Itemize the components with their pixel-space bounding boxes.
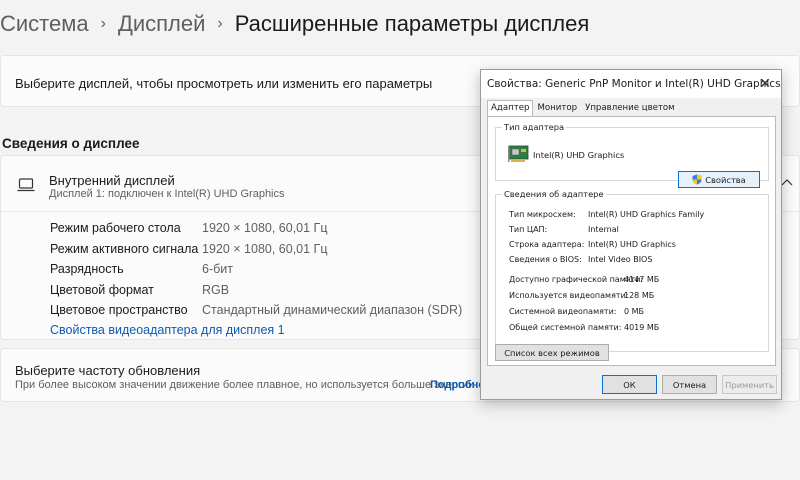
info-value: Intel(R) UHD Graphics Family	[588, 210, 705, 219]
property-key: Цветовое пространство	[50, 303, 188, 318]
adapter-properties-link[interactable]: Свойства видеоадаптера для дисплея 1	[50, 323, 285, 337]
adapter-properties-dialog: Свойства: Generic PnP Monitor и Intel(R)…	[480, 69, 782, 400]
info-value: Internal	[588, 225, 619, 234]
adapter-type-legend: Тип адаптера	[502, 122, 567, 132]
adapter-tab-page: Тип адаптера Intel(R) UHD Graphics Свойс…	[487, 116, 776, 366]
adapter-info-legend: Сведения об адаптере	[502, 189, 606, 199]
chevron-right-icon: ›	[100, 15, 106, 32]
memory-key: Общей системной памяти:	[509, 323, 622, 332]
property-key: Режим рабочего стола	[50, 221, 181, 235]
shield-icon	[692, 174, 702, 185]
memory-value: 128 МБ	[624, 291, 655, 300]
cancel-button[interactable]: Отмена	[662, 375, 717, 394]
display-name: Внутренний дисплей	[49, 173, 175, 188]
chevron-up-icon[interactable]	[781, 178, 793, 186]
laptop-icon	[17, 178, 35, 192]
info-key: Строка адаптера:	[509, 240, 585, 249]
select-display-label: Выберите дисплей, чтобы просмотреть или …	[15, 76, 433, 91]
property-key: Разрядность	[50, 262, 124, 277]
info-key: Сведения о BIOS:	[509, 255, 582, 264]
dialog-tabs: Адаптер Монитор Управление цветом	[487, 100, 679, 117]
memory-key: Используется видеопамяти:	[509, 291, 629, 300]
memory-value: 4019 МБ	[624, 323, 660, 332]
display-subtitle: Дисплей 1: подключен к Intel(R) UHD Grap…	[49, 188, 285, 200]
adapter-type-group: Тип адаптера Intel(R) UHD Graphics Свойс…	[495, 122, 769, 188]
close-icon[interactable]: ✕	[759, 76, 771, 92]
graphics-card-icon	[508, 145, 529, 162]
refresh-rate-subtitle: При более высоком значении движение боле…	[15, 379, 475, 391]
info-key: Тип ЦАП:	[509, 225, 548, 234]
page-title: Расширенные параметры дисплея	[234, 11, 590, 36]
breadcrumb: Система › Дисплей › Расширенные параметр…	[0, 8, 589, 40]
property-value: 1920 × 1080, 60,01 Гц	[202, 221, 328, 235]
adapter-properties-label: Свойства	[705, 174, 746, 185]
list-all-modes-button[interactable]: Список всех режимов	[495, 344, 609, 361]
tab-color-management[interactable]: Управление цветом	[581, 100, 679, 116]
chevron-right-icon: ›	[217, 15, 223, 32]
memory-key: Системной видеопамяти:	[509, 307, 617, 316]
property-value: RGB	[202, 282, 230, 297]
tab-monitor[interactable]: Монитор	[533, 100, 581, 116]
memory-value: 4147 МБ	[624, 275, 660, 284]
dialog-title: Свойства: Generic PnP Monitor и Intel(R)…	[487, 78, 781, 90]
refresh-rate-title: Выберите частоту обновления	[15, 363, 201, 378]
adapter-properties-button[interactable]: Свойства	[678, 171, 760, 188]
memory-key: Доступно графической памяти:	[509, 275, 644, 284]
info-value: Intel(R) UHD Graphics	[588, 240, 676, 249]
info-value: Intel Video BIOS	[588, 255, 653, 264]
tab-adapter[interactable]: Адаптер	[487, 100, 534, 117]
adapter-info-group: Сведения об адаптере Тип микросхем: Inte…	[495, 189, 769, 352]
breadcrumb-system[interactable]: Система	[0, 11, 89, 37]
property-value: 1920 × 1080, 60,01 Гц	[202, 241, 328, 256]
ok-button[interactable]: ОК	[602, 375, 657, 394]
info-key: Тип микросхем:	[509, 210, 576, 219]
display-info-heading: Сведения о дисплее	[2, 136, 140, 151]
dialog-titlebar[interactable]: Свойства: Generic PnP Monitor и Intel(R)…	[481, 70, 781, 98]
property-key: Цветовой формат	[50, 282, 154, 297]
property-key: Режим активного сигнала	[50, 241, 199, 256]
apply-button[interactable]: Применить	[722, 375, 777, 394]
memory-value: 0 МБ	[624, 307, 645, 316]
adapter-name: Intel(R) UHD Graphics	[533, 150, 625, 160]
breadcrumb-display[interactable]: Дисплей	[118, 11, 205, 37]
property-value: 6-бит	[202, 262, 233, 277]
property-value: Стандартный динамический диапазон (SDR)	[202, 303, 463, 318]
